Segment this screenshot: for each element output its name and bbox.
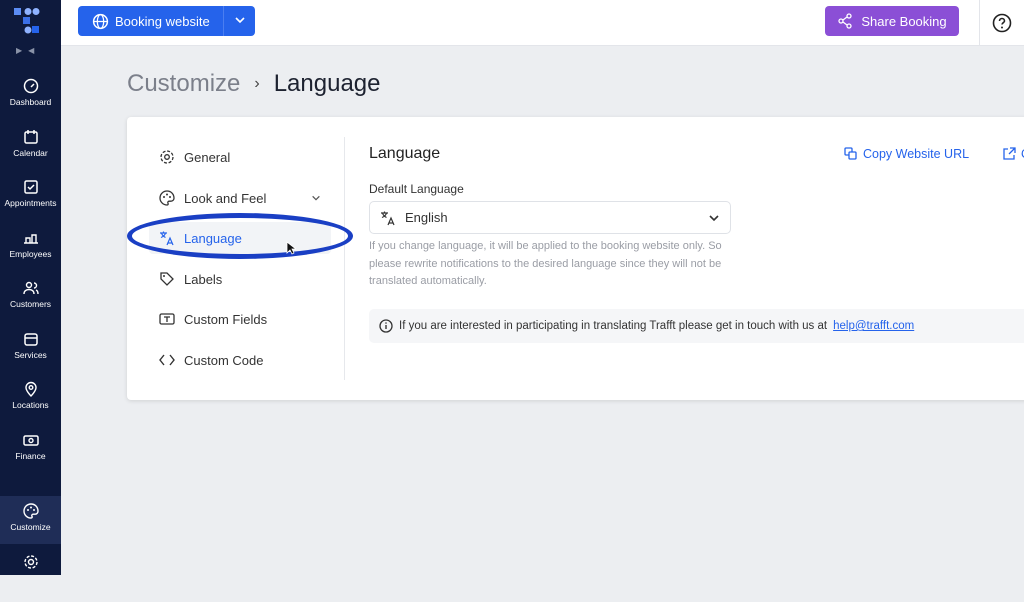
sidebar-item-settings[interactable] bbox=[0, 554, 61, 602]
sidebar-item-label: Calendar bbox=[13, 148, 48, 158]
gauge-icon bbox=[23, 78, 38, 94]
sidebar-item-locations[interactable]: Locations bbox=[0, 381, 61, 429]
chevron-down-icon bbox=[709, 214, 719, 221]
copy-website-url-link[interactable]: Copy Website URL bbox=[844, 147, 969, 161]
selected-language: English bbox=[405, 210, 448, 225]
text-field-icon bbox=[159, 313, 175, 325]
menu-item-look-and-feel[interactable]: Look and Feel bbox=[149, 182, 331, 214]
booking-website-button[interactable]: Booking website bbox=[78, 6, 255, 36]
copy-website-url-label: Copy Website URL bbox=[863, 147, 970, 161]
open-website-link[interactable]: O bbox=[1002, 147, 1024, 161]
share-booking-button[interactable]: Share Booking bbox=[825, 6, 959, 36]
menu-item-label: Labels bbox=[184, 271, 223, 287]
sidebar-item-label: Appointments bbox=[4, 198, 57, 208]
share-icon bbox=[838, 13, 853, 29]
calendar-icon bbox=[23, 130, 38, 144]
menu-item-label: General bbox=[184, 149, 231, 165]
info-text: If you are interested in participating i… bbox=[399, 320, 828, 332]
info-icon bbox=[379, 319, 393, 333]
sidebar-item-employees[interactable]: Employees bbox=[0, 230, 61, 278]
employees-icon bbox=[23, 234, 38, 244]
palette-icon bbox=[159, 190, 175, 206]
sidebar-item-label: Customers bbox=[9, 299, 52, 309]
translate-icon bbox=[381, 211, 395, 225]
sidebar-item-customers[interactable]: Customers bbox=[0, 280, 61, 328]
default-language-label: Default Language bbox=[369, 182, 464, 196]
chevron-down-icon bbox=[234, 16, 245, 23]
page-title: Language bbox=[273, 70, 381, 97]
topbar: Booking website Share Booking bbox=[61, 0, 1024, 46]
chevron-right-icon: › bbox=[254, 75, 260, 92]
section-title: Language bbox=[369, 145, 441, 162]
menu-item-custom-fields[interactable]: Custom Fields bbox=[149, 303, 331, 335]
help-icon bbox=[992, 13, 1012, 33]
tag-icon bbox=[160, 272, 174, 286]
sidebar-item-label: Dashboard bbox=[9, 97, 52, 107]
customize-menu: General Look and Feel Language Labels Cu… bbox=[127, 137, 353, 380]
pin-icon bbox=[24, 381, 37, 397]
info-banner: If you are interested in participating i… bbox=[369, 309, 1024, 343]
help-button[interactable] bbox=[979, 0, 1024, 46]
breadcrumb-parent[interactable]: Customize bbox=[127, 70, 240, 98]
help-email-link[interactable]: help@trafft.com bbox=[833, 320, 914, 332]
menu-item-language[interactable]: Language bbox=[127, 213, 353, 259]
sidebar-item-services[interactable]: Services bbox=[0, 331, 61, 379]
box-icon bbox=[23, 333, 38, 346]
palette-icon bbox=[22, 503, 39, 519]
menu-item-label: Custom Code bbox=[184, 352, 264, 368]
mouse-cursor-icon bbox=[286, 241, 296, 255]
menu-item-label: Language bbox=[184, 230, 242, 246]
translate-icon bbox=[160, 231, 174, 246]
checkbox-icon bbox=[23, 180, 38, 194]
booking-dropdown-button[interactable] bbox=[224, 14, 255, 29]
language-hint: If you change language, it will be appli… bbox=[369, 240, 722, 287]
gear-icon bbox=[23, 555, 38, 569]
logo[interactable] bbox=[14, 8, 40, 34]
globe-icon bbox=[92, 13, 109, 29]
users-icon bbox=[22, 281, 39, 295]
collapse-toggle-icon[interactable]: ▶◀ bbox=[16, 46, 40, 55]
menu-item-label: Custom Fields bbox=[184, 311, 268, 327]
menu-item-general[interactable]: General bbox=[149, 141, 331, 173]
sidebar-item-finance[interactable]: Finance bbox=[0, 432, 61, 480]
sidebar: ▶◀ Dashboard Calendar Appointments Emplo… bbox=[0, 0, 61, 575]
default-language-select[interactable]: English bbox=[369, 201, 731, 234]
gear-icon bbox=[160, 150, 174, 164]
sidebar-item-dashboard[interactable]: Dashboard bbox=[0, 78, 61, 126]
sidebar-item-label: Employees bbox=[9, 249, 52, 259]
customize-card: General Look and Feel Language Labels Cu… bbox=[127, 117, 1024, 400]
cash-icon bbox=[22, 435, 39, 446]
booking-website-main[interactable]: Booking website bbox=[78, 6, 224, 36]
sidebar-item-label: Services bbox=[14, 350, 47, 360]
booking-website-label: Booking website bbox=[115, 13, 210, 29]
sidebar-item-calendar[interactable]: Calendar bbox=[0, 129, 61, 177]
sidebar-item-appointments[interactable]: Appointments bbox=[0, 179, 61, 227]
copy-icon bbox=[844, 147, 857, 160]
breadcrumb: Customize › Language bbox=[127, 70, 380, 98]
sidebar-item-label: Locations bbox=[12, 400, 49, 410]
menu-item-label: Look and Feel bbox=[184, 190, 267, 206]
menu-item-labels[interactable]: Labels bbox=[149, 263, 331, 295]
menu-item-custom-code[interactable]: Custom Code bbox=[149, 344, 331, 376]
sidebar-item-customize[interactable]: Customize bbox=[0, 496, 61, 544]
external-link-icon bbox=[1003, 147, 1016, 160]
sidebar-item-label: Customize bbox=[10, 522, 51, 532]
sidebar-item-label: Finance bbox=[15, 451, 46, 461]
share-booking-label: Share Booking bbox=[861, 13, 947, 29]
chevron-down-icon bbox=[312, 195, 320, 201]
code-icon bbox=[159, 354, 175, 366]
